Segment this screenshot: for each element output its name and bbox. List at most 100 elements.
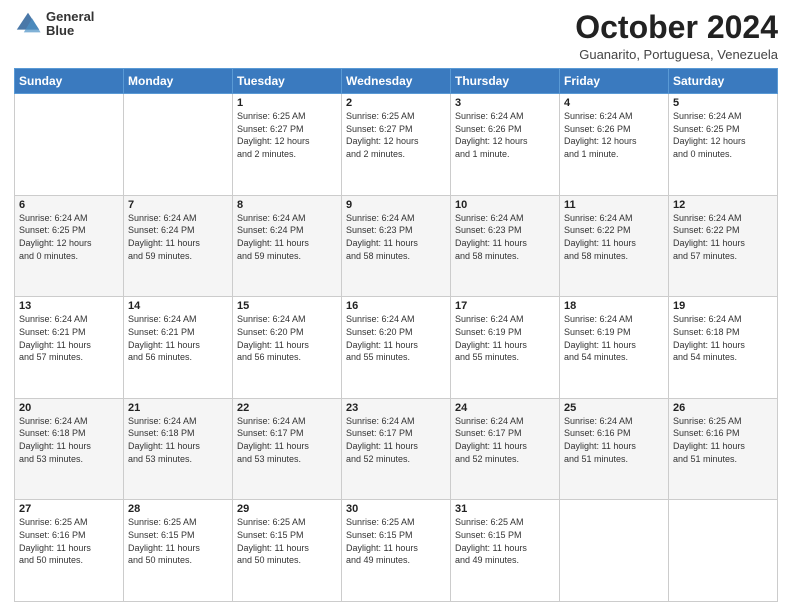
day-number: 26 [673,402,773,414]
day-number: 10 [455,199,555,211]
day-info: Sunrise: 6:24 AM Sunset: 6:23 PM Dayligh… [455,212,555,262]
day-info: Sunrise: 6:25 AM Sunset: 6:16 PM Dayligh… [19,516,119,566]
day-number: 22 [237,402,337,414]
day-number: 12 [673,199,773,211]
day-info: Sunrise: 6:24 AM Sunset: 6:22 PM Dayligh… [564,212,664,262]
day-info: Sunrise: 6:25 AM Sunset: 6:15 PM Dayligh… [346,516,446,566]
calendar-cell [15,94,124,196]
month-title: October 2024 [575,10,778,45]
day-number: 9 [346,199,446,211]
day-number: 20 [19,402,119,414]
weekday-header-thursday: Thursday [451,69,560,94]
day-info: Sunrise: 6:24 AM Sunset: 6:22 PM Dayligh… [673,212,773,262]
day-info: Sunrise: 6:24 AM Sunset: 6:17 PM Dayligh… [346,415,446,465]
day-number: 3 [455,97,555,109]
week-row-3: 13Sunrise: 6:24 AM Sunset: 6:21 PM Dayli… [15,297,778,399]
calendar-cell: 9Sunrise: 6:24 AM Sunset: 6:23 PM Daylig… [342,195,451,297]
calendar-cell: 14Sunrise: 6:24 AM Sunset: 6:21 PM Dayli… [124,297,233,399]
calendar-cell: 19Sunrise: 6:24 AM Sunset: 6:18 PM Dayli… [669,297,778,399]
calendar-cell: 17Sunrise: 6:24 AM Sunset: 6:19 PM Dayli… [451,297,560,399]
week-row-5: 27Sunrise: 6:25 AM Sunset: 6:16 PM Dayli… [15,500,778,602]
weekday-header-tuesday: Tuesday [233,69,342,94]
calendar-cell: 3Sunrise: 6:24 AM Sunset: 6:26 PM Daylig… [451,94,560,196]
day-number: 11 [564,199,664,211]
day-info: Sunrise: 6:24 AM Sunset: 6:20 PM Dayligh… [346,313,446,363]
title-block: October 2024 Guanarito, Portuguesa, Vene… [575,10,778,62]
logo-text: General Blue [46,10,94,39]
calendar-cell: 18Sunrise: 6:24 AM Sunset: 6:19 PM Dayli… [560,297,669,399]
day-info: Sunrise: 6:24 AM Sunset: 6:16 PM Dayligh… [564,415,664,465]
page: General Blue October 2024 Guanarito, Por… [0,0,792,612]
day-number: 31 [455,503,555,515]
week-row-1: 1Sunrise: 6:25 AM Sunset: 6:27 PM Daylig… [15,94,778,196]
day-number: 1 [237,97,337,109]
day-number: 17 [455,300,555,312]
calendar-cell: 12Sunrise: 6:24 AM Sunset: 6:22 PM Dayli… [669,195,778,297]
calendar-cell: 28Sunrise: 6:25 AM Sunset: 6:15 PM Dayli… [124,500,233,602]
day-info: Sunrise: 6:24 AM Sunset: 6:25 PM Dayligh… [673,110,773,160]
logo-line1: General [46,10,94,24]
calendar-table: SundayMondayTuesdayWednesdayThursdayFrid… [14,68,778,602]
day-info: Sunrise: 6:24 AM Sunset: 6:26 PM Dayligh… [564,110,664,160]
day-number: 19 [673,300,773,312]
day-info: Sunrise: 6:24 AM Sunset: 6:25 PM Dayligh… [19,212,119,262]
logo-icon [14,10,42,38]
weekday-header-sunday: Sunday [15,69,124,94]
day-info: Sunrise: 6:24 AM Sunset: 6:21 PM Dayligh… [19,313,119,363]
day-info: Sunrise: 6:24 AM Sunset: 6:19 PM Dayligh… [564,313,664,363]
calendar-cell: 10Sunrise: 6:24 AM Sunset: 6:23 PM Dayli… [451,195,560,297]
calendar-cell: 27Sunrise: 6:25 AM Sunset: 6:16 PM Dayli… [15,500,124,602]
calendar-cell: 7Sunrise: 6:24 AM Sunset: 6:24 PM Daylig… [124,195,233,297]
day-info: Sunrise: 6:24 AM Sunset: 6:24 PM Dayligh… [128,212,228,262]
calendar-cell: 5Sunrise: 6:24 AM Sunset: 6:25 PM Daylig… [669,94,778,196]
week-row-4: 20Sunrise: 6:24 AM Sunset: 6:18 PM Dayli… [15,398,778,500]
calendar-cell: 15Sunrise: 6:24 AM Sunset: 6:20 PM Dayli… [233,297,342,399]
day-number: 2 [346,97,446,109]
weekday-header-saturday: Saturday [669,69,778,94]
calendar-cell: 29Sunrise: 6:25 AM Sunset: 6:15 PM Dayli… [233,500,342,602]
day-info: Sunrise: 6:24 AM Sunset: 6:18 PM Dayligh… [19,415,119,465]
day-info: Sunrise: 6:24 AM Sunset: 6:19 PM Dayligh… [455,313,555,363]
calendar-cell: 31Sunrise: 6:25 AM Sunset: 6:15 PM Dayli… [451,500,560,602]
calendar-cell: 22Sunrise: 6:24 AM Sunset: 6:17 PM Dayli… [233,398,342,500]
calendar-cell: 21Sunrise: 6:24 AM Sunset: 6:18 PM Dayli… [124,398,233,500]
calendar-cell [124,94,233,196]
day-number: 5 [673,97,773,109]
day-info: Sunrise: 6:24 AM Sunset: 6:26 PM Dayligh… [455,110,555,160]
calendar-cell: 24Sunrise: 6:24 AM Sunset: 6:17 PM Dayli… [451,398,560,500]
day-info: Sunrise: 6:24 AM Sunset: 6:23 PM Dayligh… [346,212,446,262]
calendar-cell: 30Sunrise: 6:25 AM Sunset: 6:15 PM Dayli… [342,500,451,602]
calendar-cell: 16Sunrise: 6:24 AM Sunset: 6:20 PM Dayli… [342,297,451,399]
header: General Blue October 2024 Guanarito, Por… [14,10,778,62]
week-row-2: 6Sunrise: 6:24 AM Sunset: 6:25 PM Daylig… [15,195,778,297]
calendar-cell: 26Sunrise: 6:25 AM Sunset: 6:16 PM Dayli… [669,398,778,500]
calendar-cell: 6Sunrise: 6:24 AM Sunset: 6:25 PM Daylig… [15,195,124,297]
day-info: Sunrise: 6:25 AM Sunset: 6:15 PM Dayligh… [237,516,337,566]
calendar-cell: 2Sunrise: 6:25 AM Sunset: 6:27 PM Daylig… [342,94,451,196]
weekday-header-wednesday: Wednesday [342,69,451,94]
day-number: 18 [564,300,664,312]
day-number: 15 [237,300,337,312]
calendar-cell: 20Sunrise: 6:24 AM Sunset: 6:18 PM Dayli… [15,398,124,500]
day-number: 4 [564,97,664,109]
day-number: 8 [237,199,337,211]
day-number: 29 [237,503,337,515]
day-info: Sunrise: 6:25 AM Sunset: 6:27 PM Dayligh… [237,110,337,160]
day-number: 27 [19,503,119,515]
day-number: 7 [128,199,228,211]
calendar-cell: 23Sunrise: 6:24 AM Sunset: 6:17 PM Dayli… [342,398,451,500]
day-number: 6 [19,199,119,211]
day-number: 25 [564,402,664,414]
calendar-cell: 25Sunrise: 6:24 AM Sunset: 6:16 PM Dayli… [560,398,669,500]
day-number: 24 [455,402,555,414]
day-number: 23 [346,402,446,414]
day-info: Sunrise: 6:24 AM Sunset: 6:24 PM Dayligh… [237,212,337,262]
day-number: 16 [346,300,446,312]
day-info: Sunrise: 6:24 AM Sunset: 6:18 PM Dayligh… [673,313,773,363]
calendar-cell: 13Sunrise: 6:24 AM Sunset: 6:21 PM Dayli… [15,297,124,399]
subtitle: Guanarito, Portuguesa, Venezuela [575,47,778,62]
day-info: Sunrise: 6:25 AM Sunset: 6:15 PM Dayligh… [128,516,228,566]
calendar-cell [669,500,778,602]
day-info: Sunrise: 6:25 AM Sunset: 6:27 PM Dayligh… [346,110,446,160]
day-info: Sunrise: 6:24 AM Sunset: 6:17 PM Dayligh… [237,415,337,465]
